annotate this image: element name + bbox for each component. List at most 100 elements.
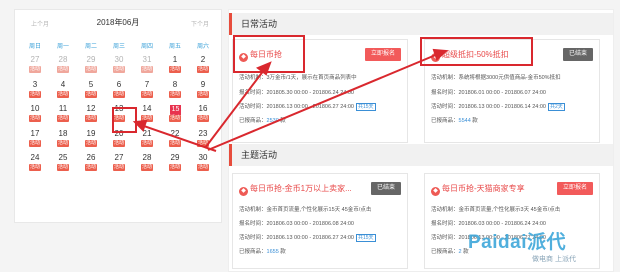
calendar-activity-tag[interactable]: 活动 — [29, 139, 41, 147]
calendar-day[interactable]: 30 活动 — [105, 54, 133, 79]
ended-button[interactable]: 已结束 — [562, 48, 593, 61]
calendar-day[interactable]: 17 活动 — [21, 128, 49, 153]
calendar-day[interactable]: 27 活动 — [21, 54, 49, 79]
calendar-activity-tag[interactable]: 活动 — [29, 164, 41, 171]
calendar-day[interactable]: 18 活动 — [49, 128, 77, 153]
calendar-activity-tag[interactable]: 活动 — [197, 66, 209, 73]
calendar-day[interactable]: 25 活动 — [49, 152, 77, 177]
calendar-week-row: 27 活动 28 活动 29 活动 30 活动 31 活动 1 活动 2 活动 — [21, 54, 217, 79]
calendar-day[interactable]: 3 活动 — [21, 79, 49, 104]
calendar-day[interactable]: 23 活动 — [189, 128, 217, 153]
calendar-day[interactable]: 4 活动 — [49, 79, 77, 104]
calendar-day[interactable]: 30 活动 — [189, 152, 217, 177]
signup-now-button[interactable]: 立即报名 — [364, 48, 401, 61]
calendar-day-number: 27 — [114, 153, 124, 162]
calendar-weekday-row: 周日 周一 周二 周三 周四 周五 周六 — [21, 41, 217, 51]
calendar-day-selected[interactable]: 15 活动 — [161, 103, 189, 128]
activity-card[interactable]: ◆ 每日币抢-金币1万以上卖家... 已结束 活动机制：金币首页流量,个性化展示1… — [232, 173, 408, 269]
calendar-day[interactable]: 14 活动 — [133, 103, 161, 128]
calendar-day-number: 27 — [30, 55, 40, 64]
calendar-activity-tag[interactable]: 活动 — [29, 90, 41, 98]
calendar-activity-tag[interactable]: 活动 — [141, 139, 153, 147]
calendar-day-number: 14 — [142, 104, 152, 113]
calendar-day[interactable]: 28 活动 — [49, 54, 77, 79]
calendar-day[interactable]: 1 活动 — [161, 54, 189, 79]
calendar-activity-tag[interactable]: 活动 — [57, 164, 69, 171]
next-month-link[interactable]: 下个月 — [191, 19, 209, 28]
card-title-text: 每日币抢-天猫商家专享 — [442, 184, 525, 193]
card-title[interactable]: ◆ 每日币抢-金币1万以上卖家... — [239, 183, 352, 196]
calendar-activity-tag[interactable]: 活动 — [141, 90, 153, 98]
calendar-activity-tag[interactable]: 活动 — [29, 115, 41, 122]
ended-button[interactable]: 已结束 — [370, 182, 401, 195]
activity-period-row: 活动时间：201806.13 00:00 - 201806.27 24:00 共1… — [239, 103, 376, 111]
calendar-day[interactable]: 9 活动 — [189, 79, 217, 104]
calendar-day[interactable]: 27 活动 — [105, 152, 133, 177]
signed-items-unit: 款 — [280, 118, 286, 124]
calendar-day[interactable]: 7 活动 — [133, 79, 161, 104]
calendar-activity-tag[interactable]: 活动 — [113, 66, 125, 73]
signed-items-count: 5544 — [458, 118, 471, 124]
calendar-day-number: 3 — [32, 79, 38, 89]
calendar-day[interactable]: 11 活动 — [49, 103, 77, 128]
calendar-day[interactable]: 31 活动 — [133, 54, 161, 79]
calendar-day[interactable]: 5 活动 — [77, 79, 105, 104]
calendar-day[interactable]: 29 活动 — [161, 152, 189, 177]
calendar-day[interactable]: 21 活动 — [133, 128, 161, 153]
calendar-day[interactable]: 22 活动 — [161, 128, 189, 153]
calendar-activity-tag[interactable]: 活动 — [169, 66, 181, 73]
calendar-activity-tag[interactable]: 活动 — [85, 139, 97, 147]
calendar-activity-tag[interactable]: 活动 — [169, 139, 181, 147]
calendar-activity-tag[interactable]: 活动 — [169, 90, 181, 98]
calendar-day-number: 18 — [58, 128, 68, 138]
calendar-activity-tag[interactable]: 活动 — [85, 115, 97, 122]
calendar-day[interactable]: 16 活动 — [189, 103, 217, 128]
calendar-day[interactable]: 28 活动 — [133, 152, 161, 177]
calendar-day[interactable]: 26 活动 — [77, 152, 105, 177]
calendar-day[interactable]: 29 活动 — [77, 54, 105, 79]
calendar-activity-tag[interactable]: 活动 — [113, 90, 125, 98]
calendar-day[interactable]: 12 活动 — [77, 103, 105, 128]
signed-items-row: 已报商品：1655 款 — [239, 248, 286, 256]
calendar-activity-tag[interactable]: 活动 — [57, 139, 69, 147]
calendar-activity-tag[interactable]: 活动 — [141, 66, 153, 73]
calendar-activity-tag[interactable]: 活动 — [197, 115, 209, 122]
calendar-day[interactable]: 2 活动 — [189, 54, 217, 79]
duration-badge: 共15天 — [355, 234, 376, 242]
signup-now-button[interactable]: 立即报名 — [556, 182, 593, 195]
calendar-day-number: 30 — [198, 153, 208, 162]
calendar-activity-tag[interactable]: 活动 — [141, 164, 153, 171]
calendar-day-number: 24 — [30, 153, 40, 162]
mechanism-text: 活动机制：3万金币/1天，展示在首页商品列表中 — [239, 75, 357, 81]
signed-items-count: 1655 — [266, 249, 279, 255]
weekday-label: 周三 — [112, 44, 125, 50]
weekday-label: 周五 — [168, 44, 181, 50]
calendar-day[interactable]: 19 活动 — [77, 128, 105, 153]
calendar-activity-tag[interactable]: 活动 — [197, 139, 209, 147]
calendar-day[interactable]: 8 活动 — [161, 79, 189, 104]
calendar-activity-tag[interactable]: 活动 — [169, 115, 181, 122]
calendar-activity-tag[interactable]: 活动 — [57, 90, 69, 98]
signup-period-text: 报名时间：201806.03 00:00 - 201806.08 24:00 — [239, 221, 354, 227]
calendar-day[interactable]: 24 活动 — [21, 152, 49, 177]
calendar-activity-tag[interactable]: 活动 — [197, 90, 209, 98]
calendar-day[interactable]: 6 活动 — [105, 79, 133, 104]
activity-period-text: 活动时间：201806.13 00:00 - 201806.27 24:00 — [239, 104, 354, 110]
calendar-activity-tag[interactable]: 活动 — [85, 164, 97, 171]
calendar-activity-tag[interactable]: 活动 — [141, 115, 153, 122]
calendar-activity-tag[interactable]: 活动 — [169, 164, 181, 171]
calendar-activity-tag[interactable]: 活动 — [113, 164, 125, 171]
calendar-activity-tag[interactable]: 活动 — [85, 90, 97, 98]
signed-items-label: 已报商品： — [239, 249, 267, 255]
calendar-activity-tag[interactable]: 活动 — [57, 66, 69, 73]
calendar-day-number: 15 — [170, 105, 181, 115]
calendar-activity-tag[interactable]: 活动 — [57, 115, 69, 122]
card-title[interactable]: ◆ 每日币抢-天猫商家专享 — [431, 183, 525, 196]
calendar-activity-tag[interactable]: 活动 — [29, 66, 41, 73]
calendar-activity-tag[interactable]: 活动 — [197, 164, 209, 171]
signed-items-row: 已报商品：5544 款 — [431, 117, 478, 125]
calendar-day-number: 5 — [88, 79, 94, 89]
calendar-activity-tag[interactable]: 活动 — [113, 139, 125, 147]
calendar-activity-tag[interactable]: 活动 — [85, 66, 97, 73]
calendar-day[interactable]: 10 活动 — [21, 103, 49, 128]
